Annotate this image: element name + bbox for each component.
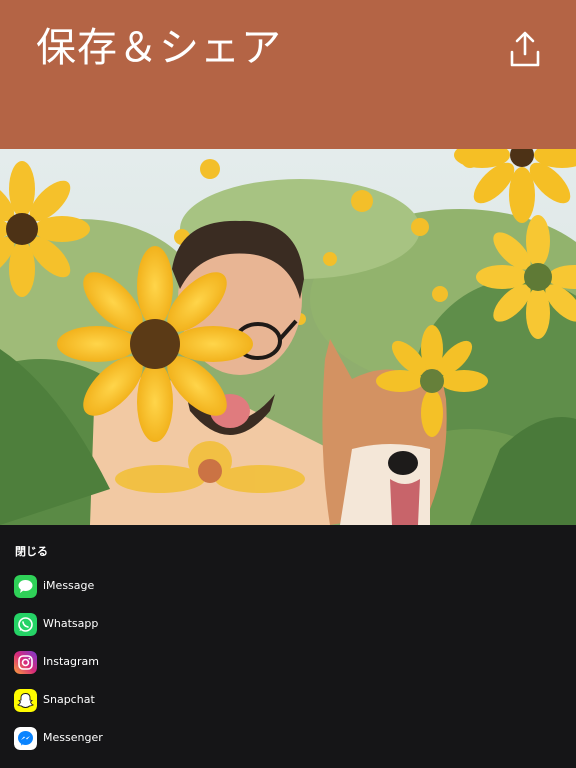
share-item-label: iMessage (43, 579, 95, 592)
header-bar: 保存＆シェア (0, 0, 576, 149)
close-button[interactable]: 閉じる (15, 543, 48, 559)
messenger-icon (14, 727, 37, 750)
instagram-icon (14, 651, 37, 674)
snapchat-icon (14, 689, 37, 712)
whatsapp-icon (14, 613, 37, 636)
share-item-label: Snapchat (43, 693, 95, 706)
share-sheet: 閉じる iMessage Whatsapp Instagram Snapchat… (0, 525, 576, 768)
share-upload-icon (510, 31, 540, 67)
imessage-icon (14, 575, 37, 598)
share-item-whatsapp[interactable]: Whatsapp (0, 606, 576, 644)
share-item-imessage[interactable]: iMessage (0, 568, 576, 606)
share-item-snapchat[interactable]: Snapchat (0, 682, 576, 720)
share-item-label: Instagram (43, 655, 99, 668)
share-item-label: Whatsapp (43, 617, 99, 630)
shared-photo (0, 149, 576, 525)
share-item-label: Messenger (43, 731, 103, 744)
page-title: 保存＆シェア (36, 25, 282, 71)
share-button[interactable] (504, 26, 546, 74)
share-item-messenger[interactable]: Messenger (0, 720, 576, 758)
share-item-instagram[interactable]: Instagram (0, 644, 576, 682)
